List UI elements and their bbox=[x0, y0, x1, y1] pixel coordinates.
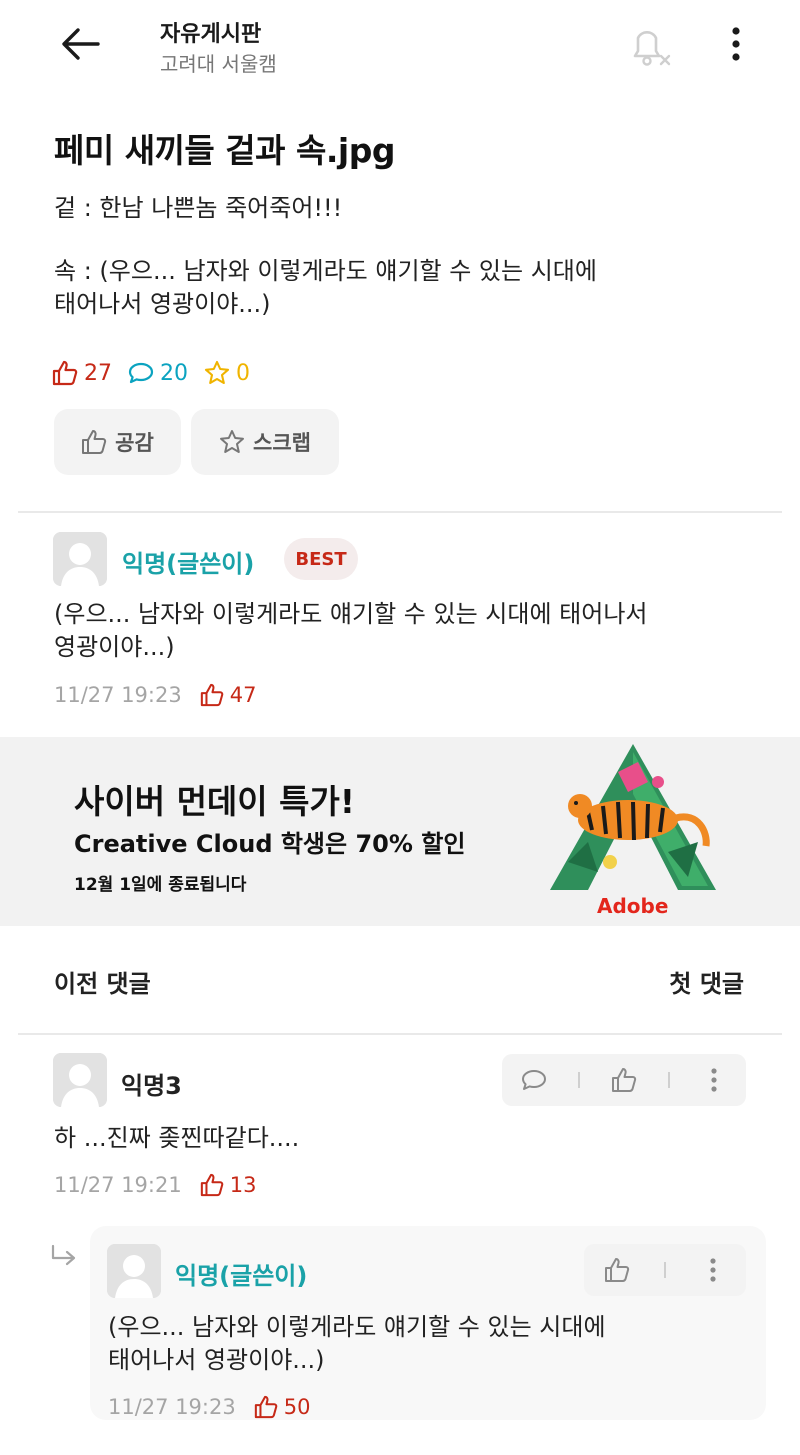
comment-count-value: 20 bbox=[160, 360, 188, 386]
board-title: 자유게시판 bbox=[160, 22, 262, 47]
separator bbox=[668, 1072, 670, 1088]
more-vertical-icon bbox=[732, 27, 740, 61]
star-icon bbox=[204, 360, 230, 385]
comment-count: 20 bbox=[128, 361, 188, 386]
reply-time: 11/27 19:23 bbox=[108, 1395, 236, 1419]
post-body: 겉 : 한남 나쁜놈 죽어죽어!!! 속 : (우으... 남자와 이렇게라도 … bbox=[54, 192, 754, 321]
scrap-count: 0 bbox=[204, 360, 250, 386]
post-body-line: 속 : (우으... 남자와 이렇게라도 얘기할 수 있는 시대에 bbox=[54, 257, 597, 285]
comment-text: 하 ...진짜 좆찐따같다.... bbox=[54, 1124, 300, 1152]
reply-action-bar bbox=[584, 1244, 746, 1296]
post-body-line: 겉 : 한남 나쁜놈 죽어죽어!!! bbox=[54, 194, 343, 222]
ad-headline: 사이버 먼데이 특가! bbox=[74, 782, 355, 821]
thumbs-up-icon bbox=[52, 360, 78, 386]
thumbs-up-icon bbox=[605, 1258, 630, 1282]
like-button[interactable]: 공감 bbox=[54, 409, 181, 475]
reply-meta: 11/27 19:23 50 bbox=[108, 1395, 310, 1419]
back-arrow-icon bbox=[62, 28, 100, 60]
comment-likes-value: 13 bbox=[229, 1173, 257, 1197]
post-title: 페미 새끼들 겉과 속.jpg bbox=[54, 131, 395, 170]
reply-arrow-icon bbox=[51, 1244, 76, 1266]
comment-likes-value: 47 bbox=[229, 683, 257, 707]
reply-text-line: 태어나서 영광이야...) bbox=[108, 1346, 325, 1374]
thumbs-up-icon bbox=[254, 1395, 277, 1419]
notification-toggle-button[interactable] bbox=[626, 20, 674, 68]
reply-likes-value: 50 bbox=[283, 1395, 311, 1419]
comment-text-line: 영광이야...) bbox=[54, 633, 175, 661]
reply-more-button[interactable] bbox=[693, 1250, 733, 1290]
reply-text-line: (우으... 남자와 이렇게라도 얘기할 수 있는 시대에 bbox=[108, 1313, 606, 1341]
comment-time: 11/27 19:23 bbox=[54, 683, 182, 707]
post-body-line: 태어나서 영광이야...) bbox=[54, 290, 271, 318]
previous-comments-button[interactable]: 이전 댓글 bbox=[54, 964, 151, 999]
comment-icon bbox=[128, 362, 154, 384]
separator bbox=[578, 1072, 580, 1088]
comment-likes: 47 bbox=[200, 683, 257, 707]
avatar-placeholder-icon bbox=[107, 1244, 161, 1298]
comment-meta: 11/27 19:23 47 bbox=[54, 683, 256, 707]
first-comment-button[interactable]: 첫 댓글 bbox=[669, 964, 744, 999]
more-vertical-icon bbox=[711, 1068, 717, 1092]
reply-text: (우으... 남자와 이렇게라도 얘기할 수 있는 시대에 태어나서 영광이야.… bbox=[108, 1311, 748, 1377]
avatar-placeholder-icon bbox=[53, 532, 107, 586]
divider bbox=[18, 511, 782, 513]
ad-detail: 12월 1일에 종료됩니다 bbox=[74, 875, 247, 895]
adobe-tiger-artwork bbox=[550, 744, 716, 890]
scrap-button-label: 스크랩 bbox=[253, 431, 311, 455]
thumbs-up-icon bbox=[200, 683, 223, 707]
scrap-count-value: 0 bbox=[236, 360, 250, 386]
avatar bbox=[53, 1053, 107, 1107]
reply-likes: 50 bbox=[254, 1395, 311, 1419]
separator bbox=[663, 1262, 666, 1278]
comment-text: (우으... 남자와 이렇게라도 얘기할 수 있는 시대에 태어나서 영광이야.… bbox=[54, 598, 754, 664]
comment-author: 익명(글쓴이) bbox=[122, 550, 255, 578]
comment-text-line: (우으... 남자와 이렇게라도 얘기할 수 있는 시대에 태어나서 bbox=[54, 600, 648, 628]
scrap-button[interactable]: 스크랩 bbox=[191, 409, 339, 475]
comment-time: 11/27 19:21 bbox=[54, 1173, 182, 1197]
comment-likes: 13 bbox=[200, 1173, 257, 1197]
best-badge: BEST bbox=[284, 538, 358, 580]
comment-meta: 11/27 19:21 13 bbox=[54, 1173, 256, 1197]
reply-like-button[interactable] bbox=[597, 1250, 637, 1290]
comment-icon bbox=[522, 1070, 546, 1090]
avatar bbox=[107, 1244, 161, 1298]
thumbs-up-icon bbox=[200, 1173, 223, 1197]
post-stats: 27 20 0 bbox=[52, 360, 266, 386]
star-icon bbox=[220, 430, 245, 453]
ad-brand-logo: Adobe bbox=[597, 894, 669, 918]
thumbs-up-icon bbox=[612, 1068, 637, 1092]
comment-more-button[interactable] bbox=[694, 1060, 734, 1100]
reply-button[interactable] bbox=[514, 1060, 554, 1100]
like-count: 27 bbox=[52, 360, 112, 386]
divider bbox=[18, 1033, 782, 1035]
reply-author: 익명(글쓴이) bbox=[175, 1262, 308, 1290]
comment-action-bar bbox=[502, 1054, 746, 1106]
like-button-label: 공감 bbox=[115, 431, 154, 455]
more-vertical-icon bbox=[710, 1258, 716, 1282]
like-count-value: 27 bbox=[84, 360, 112, 386]
back-button[interactable] bbox=[56, 20, 104, 68]
comment-author: 익명3 bbox=[121, 1072, 182, 1100]
comment-like-button[interactable] bbox=[604, 1060, 644, 1100]
thumbs-up-icon bbox=[82, 430, 107, 454]
avatar bbox=[53, 532, 107, 586]
bell-off-icon bbox=[633, 31, 671, 66]
board-subtitle: 고려대 서울캠 bbox=[160, 52, 277, 76]
more-options-button[interactable] bbox=[718, 20, 754, 68]
ad-subline: Creative Cloud 학생은 70% 할인 bbox=[74, 830, 466, 858]
avatar-placeholder-icon bbox=[53, 1053, 107, 1107]
